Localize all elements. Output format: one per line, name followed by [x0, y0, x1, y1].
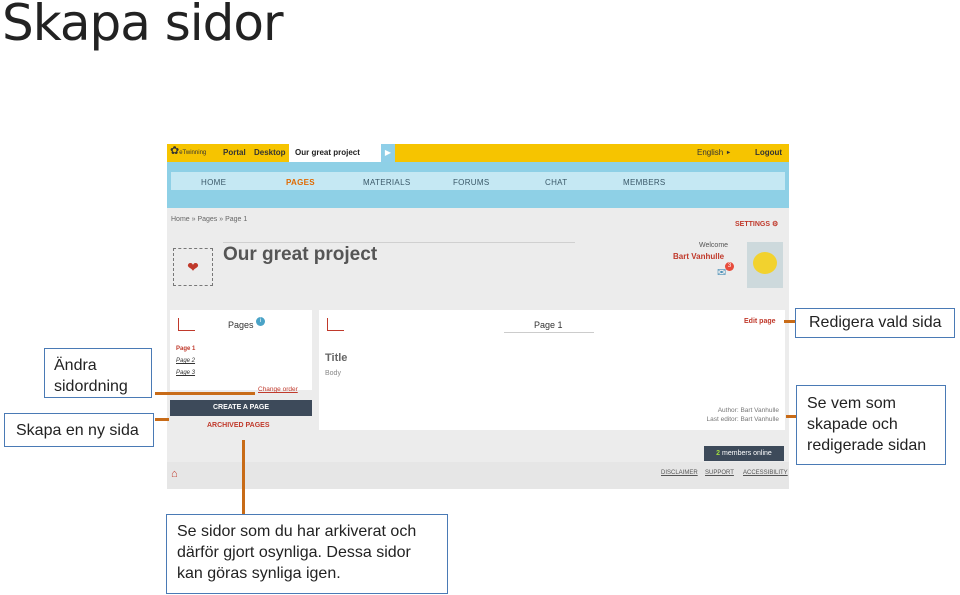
online-label: members online	[722, 450, 772, 457]
page-heading: Page 1	[534, 320, 563, 330]
avatar[interactable]	[747, 242, 783, 288]
play-icon[interactable]: ▶	[381, 144, 395, 162]
breadcrumb[interactable]: Home » Pages » Page 1	[171, 216, 247, 223]
logout-link[interactable]: Logout	[755, 148, 782, 157]
callout-archived: Se sidor som du har arkiverat och därför…	[166, 514, 448, 594]
page-icon	[327, 318, 344, 331]
heart-icon[interactable]: ❤	[173, 248, 213, 286]
footer-disclaimer[interactable]: DISCLAIMER	[661, 470, 698, 476]
content-title: Title	[325, 352, 348, 364]
message-count-badge: 3	[725, 262, 734, 271]
page-list-item[interactable]: Page 3	[176, 370, 195, 376]
create-page-button[interactable]: CREATE A PAGE	[170, 400, 312, 416]
callout-reorder: Ändra sidordning	[44, 348, 152, 398]
footer-support[interactable]: SUPPORT	[705, 470, 734, 476]
callout-who: Se vem som skapade och redigerade sidan	[796, 385, 946, 465]
top-bar: ✿eTwinning Portal Desktop Our great proj…	[167, 144, 789, 162]
page-icon	[178, 318, 195, 331]
footer-accessibility[interactable]: ACCESSIBILITY	[743, 470, 788, 476]
callout-edit: Redigera vald sida	[795, 308, 955, 338]
logo-gear-icon: ✿	[170, 145, 180, 157]
author-line: Author: Bart Vanhulle	[717, 407, 779, 414]
gear-icon: ⚙	[771, 221, 779, 228]
title-divider	[223, 242, 575, 243]
project-tab[interactable]: Our great project	[289, 144, 381, 162]
project-tab-label: Our great project	[295, 148, 360, 157]
nav-home[interactable]: HOME	[201, 178, 226, 187]
connector-line	[155, 418, 169, 421]
nav-members[interactable]: MEMBERS	[623, 178, 666, 187]
etwinning-logo[interactable]: ✿eTwinning	[170, 146, 212, 160]
portal-link[interactable]: Portal	[223, 148, 246, 157]
archived-pages-link[interactable]: ARCHIVED PAGES	[207, 422, 270, 429]
language-arrow-icon: ▸	[727, 150, 731, 156]
slide-title: Skapa sidor	[2, 0, 284, 52]
pages-panel-title: Pages	[228, 320, 254, 330]
nav-forums[interactable]: FORUMS	[453, 178, 489, 187]
connector-line	[155, 392, 255, 395]
settings-link[interactable]: SETTINGS ⚙	[735, 220, 778, 228]
settings-label: SETTINGS	[735, 221, 771, 228]
desktop-link[interactable]: Desktop	[254, 148, 286, 157]
etwinning-screenshot: ✿eTwinning Portal Desktop Our great proj…	[167, 144, 789, 489]
main-nav: HOME PAGES MATERIALS FORUMS CHAT MEMBERS	[167, 162, 789, 208]
pages-panel: Pages i Page 1 Page 2 Page 3	[170, 310, 312, 390]
page-list-item[interactable]: Page 2	[176, 358, 195, 364]
home-icon[interactable]: ⌂	[171, 468, 178, 480]
content-body: Body	[325, 370, 341, 377]
last-editor-line: Last editor: Bart Vanhulle	[706, 416, 779, 423]
heading-divider	[504, 332, 594, 333]
edit-page-link[interactable]: Edit page	[744, 318, 776, 325]
nav-pages[interactable]: PAGES	[286, 178, 315, 187]
avatar-figure	[753, 252, 777, 274]
page-list-item[interactable]: Page 1	[176, 346, 195, 352]
info-icon[interactable]: i	[256, 317, 265, 326]
callout-create: Skapa en ny sida	[4, 413, 154, 447]
footer: ⌂ DISCLAIMER SUPPORT ACCESSIBILITY	[167, 462, 789, 489]
connector-line	[242, 440, 245, 514]
author-info: Author: Bart Vanhulle Last editor: Bart …	[706, 406, 779, 424]
username-link[interactable]: Bart Vanhulle	[673, 252, 724, 261]
connector-line	[786, 415, 796, 418]
members-online-button[interactable]: 2 members online	[704, 446, 784, 461]
logo-text: eTwinning	[179, 150, 207, 156]
nav-materials[interactable]: MATERIALS	[363, 178, 410, 187]
welcome-text: Welcome	[699, 242, 729, 249]
page-content-panel: Page 1 Edit page Title Body Author: Bart…	[319, 310, 785, 430]
nav-chat[interactable]: CHAT	[545, 178, 567, 187]
change-order-link[interactable]: Change order	[258, 386, 298, 393]
language-select[interactable]: English	[697, 148, 723, 157]
project-title: Our great project	[223, 244, 378, 265]
online-count: 2	[716, 450, 721, 457]
